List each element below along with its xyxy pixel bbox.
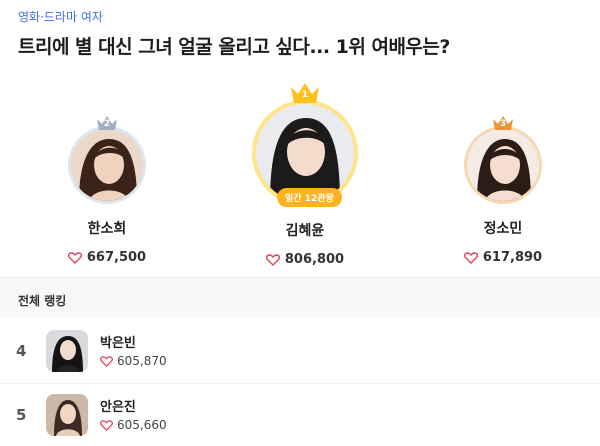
status-badge: 일간 12관왕 bbox=[277, 188, 342, 207]
podium-likes: 667,500 bbox=[67, 250, 146, 265]
rank-likes: 605,870 bbox=[100, 354, 167, 368]
podium: 2 한소희 667,500 1 일간 12관왕 김혜윤 806,800 3 정소… bbox=[0, 80, 600, 270]
podium-rank-3[interactable]: 3 정소민 617,890 bbox=[458, 116, 548, 265]
rank-name: 박은빈 bbox=[100, 336, 136, 351]
rank-number: 5 bbox=[16, 406, 27, 424]
category-label[interactable]: 영화·드라마 여자 bbox=[18, 8, 103, 25]
heart-icon[interactable] bbox=[67, 251, 82, 264]
heart-icon[interactable] bbox=[463, 251, 478, 264]
podium-name: 한소희 bbox=[87, 221, 127, 237]
crown-icon: 3 bbox=[492, 114, 514, 132]
rank-number: 4 bbox=[16, 342, 27, 360]
section-header: 전체 랭킹 bbox=[0, 278, 600, 318]
crown-icon: 2 bbox=[96, 114, 118, 132]
podium-rank-1[interactable]: 1 일간 12관왕 김혜윤 806,800 bbox=[249, 80, 361, 267]
heart-icon[interactable] bbox=[100, 355, 113, 367]
podium-rank-2[interactable]: 2 한소희 667,500 bbox=[62, 116, 152, 265]
avatar bbox=[467, 129, 539, 201]
podium-name: 정소민 bbox=[483, 221, 523, 237]
rank-likes: 605,660 bbox=[100, 418, 167, 432]
section-title: 전체 랭킹 bbox=[18, 294, 67, 308]
crown-icon: 1 bbox=[290, 82, 320, 104]
avatar bbox=[46, 394, 88, 436]
podium-likes: 617,890 bbox=[463, 250, 542, 265]
list-item[interactable]: 5 안은진 605,660 bbox=[0, 384, 600, 446]
rank-name: 안은진 bbox=[100, 400, 136, 415]
page-title: 트리에 별 대신 그녀 얼굴 올리고 싶다... 1위 여배우는? bbox=[18, 36, 450, 58]
podium-name: 김혜윤 bbox=[285, 223, 325, 239]
avatar bbox=[46, 330, 88, 372]
podium-likes: 806,800 bbox=[265, 252, 344, 267]
list-item[interactable]: 4 박은빈 605,870 bbox=[0, 320, 600, 384]
heart-icon[interactable] bbox=[265, 253, 280, 266]
avatar bbox=[71, 129, 143, 201]
heart-icon[interactable] bbox=[100, 419, 113, 431]
